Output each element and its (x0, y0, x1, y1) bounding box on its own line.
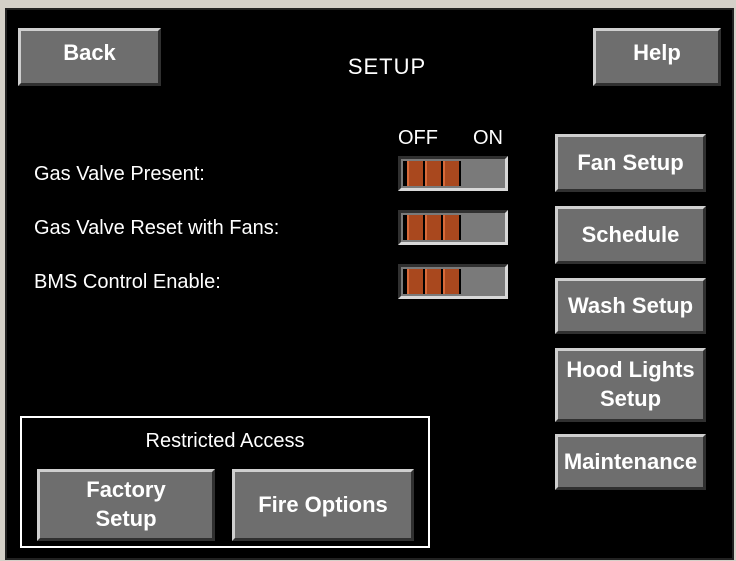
hood-lights-label-line1: Hood Lights (566, 357, 695, 383)
bms-control-enable-toggle[interactable] (398, 264, 508, 299)
hood-lights-label-line2: Setup (599, 386, 662, 411)
gas-valve-reset-toggle[interactable] (398, 210, 508, 245)
factory-setup-button[interactable]: Factory Setup (37, 469, 215, 541)
fire-options-button[interactable]: Fire Options (232, 469, 414, 541)
wash-setup-label: Wash Setup (567, 292, 694, 318)
wash-setup-button[interactable]: Wash Setup (555, 278, 706, 334)
help-button-label: Help (633, 40, 681, 65)
setup-screen: Back SETUP Help OFF ON Gas Valve Present… (5, 8, 734, 560)
toggle-thumb (403, 215, 461, 240)
toggle-thumb (403, 269, 461, 294)
fan-setup-label: Fan Setup (577, 149, 684, 175)
gas-valve-present-toggle[interactable] (398, 156, 508, 191)
hood-lights-setup-button[interactable]: Hood Lights Setup (555, 348, 706, 422)
factory-setup-label-line1: Factory (86, 477, 166, 503)
page-title: SETUP (347, 54, 427, 79)
toggle-on-label: ON (473, 127, 503, 149)
bms-control-enable-label: BMS Control Enable: (34, 271, 221, 293)
gas-valve-present-label: Gas Valve Present: (34, 163, 205, 185)
toggle-thumb (403, 161, 461, 186)
restricted-access-title: Restricted Access (145, 430, 305, 452)
back-button[interactable]: Back (18, 28, 161, 86)
back-button-label: Back (63, 40, 116, 65)
help-button[interactable]: Help (593, 28, 721, 86)
toggle-off-label: OFF (398, 127, 438, 149)
gas-valve-reset-label: Gas Valve Reset with Fans: (34, 217, 280, 239)
factory-setup-label-line2: Setup (95, 506, 157, 531)
schedule-label: Schedule (581, 221, 680, 247)
fan-setup-button[interactable]: Fan Setup (555, 134, 706, 192)
maintenance-button[interactable]: Maintenance (555, 434, 706, 490)
maintenance-label: Maintenance (563, 448, 698, 474)
schedule-button[interactable]: Schedule (555, 206, 706, 264)
fire-options-label: Fire Options (258, 491, 388, 517)
